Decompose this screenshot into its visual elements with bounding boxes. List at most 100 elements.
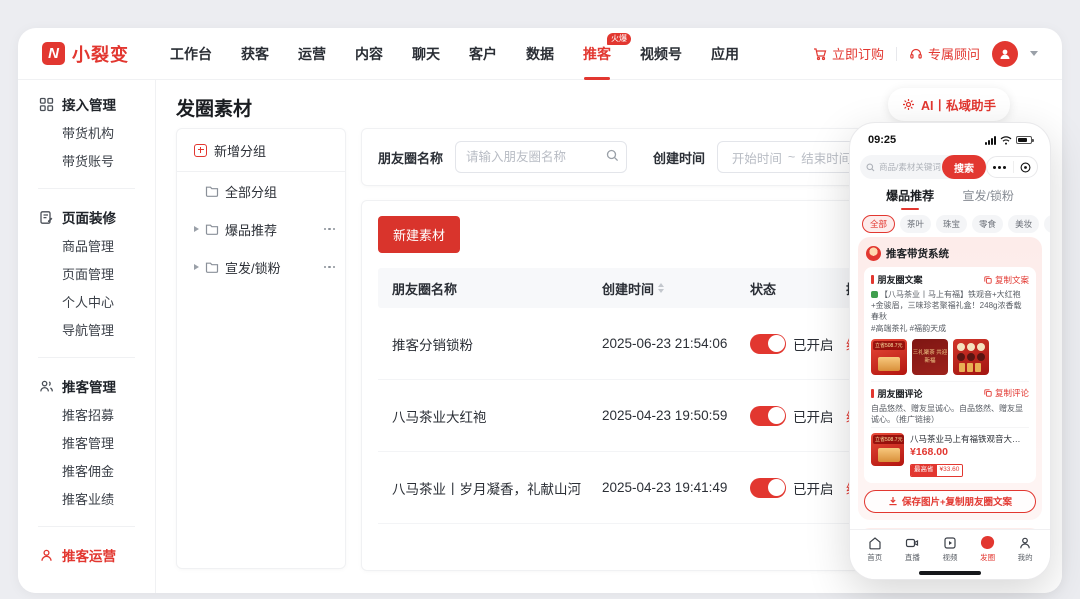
folder-icon: [205, 185, 219, 197]
caret-right-icon[interactable]: [194, 226, 199, 232]
video-icon: [942, 535, 957, 550]
sidebar-section-label: 接入管理: [62, 94, 116, 114]
nav-item-video-account[interactable]: 视频号: [640, 44, 682, 64]
nav-item-workbench[interactable]: 工作台: [170, 44, 212, 64]
product-thumbnail: 立省508.7元: [871, 433, 904, 466]
chevron-down-icon[interactable]: [1030, 51, 1038, 56]
nav-item-customer[interactable]: 客户: [469, 44, 497, 64]
brand-logo-icon: N: [42, 42, 65, 65]
miniprogram-capsule: [986, 156, 1038, 178]
copy-comment-label: 复制评论: [995, 387, 1029, 399]
phone-status-bar: 09:25: [850, 132, 1050, 148]
status-toggle[interactable]: [750, 478, 786, 498]
add-group-button[interactable]: 新增分组: [177, 129, 345, 172]
group-folder-promo[interactable]: 宣发/锁粉: [177, 248, 345, 286]
tab-home[interactable]: 首页: [860, 535, 890, 579]
capsule-close-icon[interactable]: [1020, 162, 1031, 173]
phone-tab-hot[interactable]: 爆品推荐: [886, 187, 934, 204]
status-toggle[interactable]: [750, 406, 786, 426]
nav-item-operate[interactable]: 运营: [298, 44, 326, 64]
phone-search-button[interactable]: 搜索: [942, 155, 986, 179]
nav-item-tuike[interactable]: 推客 火爆: [583, 44, 611, 64]
row-status: 已开启: [750, 406, 846, 426]
comment-label: 朋友圈评论: [878, 387, 923, 400]
caret-right-icon[interactable]: [194, 264, 199, 270]
phone-tab-promo[interactable]: 宣发/锁粉: [962, 187, 1013, 204]
copy-text: 【八马茶业丨马上有福】铁观音+大红袍+金骏眉，三味珍茗聚福礼盒！248g浓香载春…: [871, 290, 1021, 321]
wifi-icon: [1000, 136, 1012, 145]
download-icon: [888, 496, 898, 506]
sort-icon[interactable]: [658, 283, 664, 293]
tab-label: 视频: [942, 552, 957, 563]
product-image-1[interactable]: 立省508.7元: [871, 339, 907, 375]
ai-assistant-button[interactable]: AI丨私域助手: [888, 88, 1010, 121]
hot-badge: 火爆: [607, 33, 631, 45]
brand-logo[interactable]: N 小裂变: [42, 41, 170, 67]
chip-tea[interactable]: 茶叶: [900, 215, 931, 233]
nav-item-data[interactable]: 数据: [526, 44, 554, 64]
sidebar-section-access[interactable]: 接入管理: [18, 88, 155, 120]
sidebar-item-tuike-performance[interactable]: 推客业绩: [18, 486, 155, 514]
nav-item-apps[interactable]: 应用: [711, 44, 739, 64]
chip-snacks[interactable]: 零食: [972, 215, 1003, 233]
sidebar-item-daihuo-org[interactable]: 带货机构: [18, 120, 155, 148]
sidebar-item-tuike-mgmt[interactable]: 推客管理: [18, 430, 155, 458]
capsule-more-icon[interactable]: [993, 166, 1006, 169]
nav-item-chat[interactable]: 聊天: [412, 44, 440, 64]
save-and-copy-button[interactable]: 保存图片+复制朋友圈文案: [864, 490, 1036, 513]
sidebar-item-tuike-operation-active[interactable]: 推客运营: [18, 539, 155, 571]
create-material-button[interactable]: 新建素材: [378, 216, 460, 253]
row-created: 2025-04-23 19:41:49: [602, 480, 750, 495]
sidebar-section-tuike-mgmt[interactable]: 推客管理: [18, 370, 155, 402]
tab-profile[interactable]: 我的: [1010, 535, 1040, 579]
advisor-button[interactable]: 专属顾问: [909, 44, 980, 63]
home-icon: [867, 535, 882, 550]
product-image-3[interactable]: [953, 339, 989, 375]
sidebar-divider: [38, 357, 135, 358]
more-icon[interactable]: [324, 228, 336, 231]
date-separator: ~: [788, 150, 795, 164]
status-toggle[interactable]: [750, 334, 786, 354]
chip-beauty[interactable]: 美妆: [1008, 215, 1039, 233]
material-card-1: 推客带货系统 朋友圈文案 复制文案 【八马茶业丨马上有福】铁观音+大红袍+金骏眉…: [858, 237, 1042, 520]
nav-item-content[interactable]: 内容: [355, 44, 383, 64]
copy-comment-button[interactable]: 复制评论: [984, 387, 1029, 399]
group-all[interactable]: 全部分组: [177, 172, 345, 210]
row-created: 2025-04-23 19:50:59: [602, 408, 750, 423]
order-now-label: 立即订购: [832, 44, 884, 63]
col-status: 状态: [750, 279, 846, 298]
sidebar-item-tuike-recruit[interactable]: 推客招募: [18, 402, 155, 430]
savings-amount: ¥33.60: [937, 465, 963, 476]
chip-all[interactable]: 全部: [862, 215, 895, 233]
sidebar-item-nav-mgmt[interactable]: 导航管理: [18, 317, 155, 345]
chip-health[interactable]: 养生: [1044, 215, 1051, 233]
product-info: 八马茶业马上有福铁观音大红袍金骏眉茶礼盒... ¥168.00 最高省 ¥33.…: [910, 433, 1029, 477]
date-start-placeholder: 开始时间: [732, 148, 782, 167]
row-name: 推客分销锁粉: [378, 334, 602, 354]
sidebar-item-label: 推客运营: [62, 545, 116, 565]
search-icon[interactable]: [606, 149, 619, 162]
sidebar-item-product-mgmt[interactable]: 商品管理: [18, 233, 155, 261]
product-image-2[interactable]: 三礼聚茶 共迎新福: [912, 339, 948, 375]
product-row[interactable]: 立省508.7元 八马茶业马上有福铁观音大红袍金骏眉茶礼盒... ¥168.00…: [871, 427, 1029, 477]
nav-item-acquire[interactable]: 获客: [241, 44, 269, 64]
chip-jewelry[interactable]: 珠宝: [936, 215, 967, 233]
copy-text-button[interactable]: 复制文案: [984, 274, 1029, 286]
sidebar-item-page-mgmt[interactable]: 页面管理: [18, 261, 155, 289]
copy-icon: [984, 389, 992, 397]
row-created: 2025-06-23 21:54:06: [602, 336, 750, 351]
name-filter-input[interactable]: [455, 141, 627, 173]
sidebar-item-personal-center[interactable]: 个人中心: [18, 289, 155, 317]
group-folder-hot[interactable]: 爆品推荐: [177, 210, 345, 248]
tab-label: 首页: [867, 552, 882, 563]
tab-label: 我的: [1018, 552, 1033, 563]
avatar[interactable]: [992, 41, 1018, 67]
sidebar-item-daihuo-account[interactable]: 带货账号: [18, 148, 155, 176]
user-icon: [39, 548, 54, 563]
more-icon[interactable]: [324, 266, 336, 269]
order-now-button[interactable]: 立即订购: [813, 44, 884, 63]
sidebar-section-page-decorate[interactable]: 页面装修: [18, 201, 155, 233]
sidebar-item-tuike-commission[interactable]: 推客佣金: [18, 458, 155, 486]
sidebar-section-label: 页面装修: [62, 207, 116, 227]
sidebar: 接入管理 带货机构 带货账号 页面装修 商品管理 页面管理 个人中心 导航管理 …: [18, 80, 156, 593]
